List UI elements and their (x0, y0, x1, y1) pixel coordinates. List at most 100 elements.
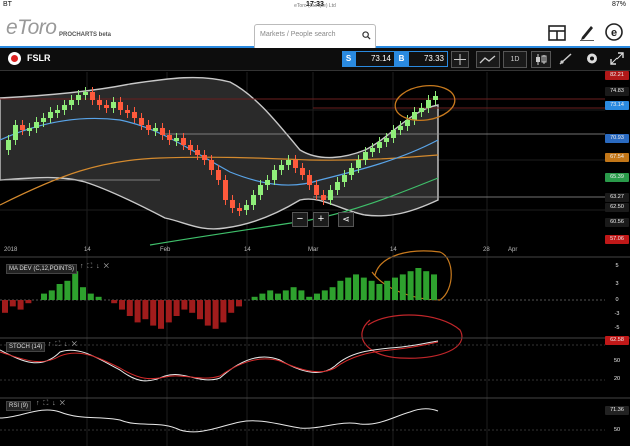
madev-bar (189, 300, 196, 313)
candle-body (286, 160, 291, 165)
madev-bar (407, 271, 414, 300)
madev-bar (72, 271, 79, 300)
rsi-label[interactable]: RSI (9) (6, 401, 32, 411)
madev-bar (17, 300, 24, 310)
madev-bar (48, 290, 55, 300)
candle-body (132, 112, 137, 118)
madev-bar (376, 284, 383, 300)
candle-body (265, 180, 270, 185)
madev-bar (95, 296, 102, 300)
candle-body (405, 120, 410, 126)
madev-bar (337, 280, 344, 300)
madev-bar (251, 296, 258, 300)
madev-bar (392, 277, 398, 300)
candle-body (328, 190, 333, 200)
madev-bar (2, 300, 8, 313)
madev-bar (259, 293, 266, 300)
madev-bar (329, 287, 336, 300)
madev-bar (64, 280, 71, 300)
time-label: 14 (244, 247, 251, 253)
rsi-axis-label: 50 (613, 427, 621, 433)
madev-bar (267, 290, 274, 300)
madev-axis-label: 5 (615, 263, 619, 269)
candle-body (34, 122, 39, 128)
candle-body (48, 112, 53, 118)
madev-bar (345, 277, 352, 300)
time-label: Apr (508, 247, 518, 253)
madev-axis-label: 0 (615, 297, 619, 303)
candle-body (76, 95, 81, 100)
madev-bar (87, 293, 94, 300)
candle-body (13, 125, 18, 140)
madev-bar (220, 300, 227, 323)
madev-controls[interactable]: ↑ ⛶ ↓ ✕ (80, 263, 109, 271)
candle-body (202, 155, 207, 160)
madev-bar (41, 293, 47, 300)
candle-body (90, 92, 95, 100)
candle-body (307, 175, 312, 185)
candle-body (195, 150, 200, 155)
candle-body (426, 100, 431, 108)
candle-body (181, 138, 186, 145)
stoch-current-label: 62.58 (605, 336, 629, 345)
stoch-controls[interactable]: ↑ ⛶ ↓ ✕ (48, 341, 77, 349)
candle-body (167, 135, 172, 140)
candle-body (384, 138, 389, 142)
madev-bar (56, 284, 63, 300)
candle-body (104, 105, 109, 108)
candle-body (279, 165, 284, 170)
zoom-in-button[interactable]: + (313, 212, 329, 227)
candle-body (97, 100, 102, 105)
madev-bar (142, 300, 149, 320)
madev-bar (119, 300, 125, 310)
candle-body (237, 208, 242, 211)
time-label: 28 (483, 247, 490, 253)
candle-body (321, 195, 326, 200)
madev-bar (431, 274, 437, 300)
price-label: 67.54 (605, 153, 629, 162)
candle-body (160, 128, 165, 135)
price-label: 57.06 (605, 235, 629, 244)
madev-bar (384, 280, 391, 300)
candle-body (377, 142, 382, 148)
madev-bar (399, 274, 406, 300)
madev-bar (25, 300, 32, 304)
madev-axis-label: -3 (614, 311, 620, 317)
candle-body (146, 125, 151, 130)
madev-bar (353, 274, 359, 300)
madev-bar (282, 290, 289, 300)
stoch-label[interactable]: STOCH (14) (6, 342, 46, 352)
candle-body (27, 128, 32, 131)
share-icon: ⋖ (342, 214, 350, 224)
madev-axis-label: -5 (614, 325, 620, 331)
candle-body (272, 170, 277, 180)
madev-bar (368, 280, 375, 300)
price-label: 82.21 (605, 71, 629, 80)
madev-histogram (2, 268, 437, 329)
candle-body (230, 200, 235, 208)
candle-body (398, 126, 403, 130)
zoom-out-button[interactable]: − (292, 212, 308, 227)
madev-bar (314, 293, 320, 300)
madev-bar (181, 300, 188, 310)
candle-body (125, 110, 130, 113)
rsi-controls[interactable]: ↑ ⛶ ↓ ✕ (36, 400, 65, 408)
time-label: Feb (160, 247, 171, 253)
price-label: 63.27 (605, 193, 629, 202)
price-label: 70.93 (605, 134, 629, 143)
madev-bar (165, 300, 172, 323)
price-label: 62.50 (605, 203, 629, 212)
candle-body (419, 108, 424, 112)
madev-bar (423, 271, 430, 300)
madev-bar (275, 293, 281, 300)
candle-body (433, 96, 438, 100)
candle-body (244, 205, 249, 210)
madev-label[interactable]: MA DEV (C,12,POINTS) (6, 264, 78, 274)
rsi-line (0, 408, 439, 433)
price-label: 60.56 (605, 218, 629, 227)
candle-body (83, 92, 88, 95)
candle-body (118, 102, 123, 110)
candle-body (349, 168, 354, 175)
share-button[interactable]: ⋖ (338, 212, 354, 227)
madev-bar (111, 300, 118, 304)
